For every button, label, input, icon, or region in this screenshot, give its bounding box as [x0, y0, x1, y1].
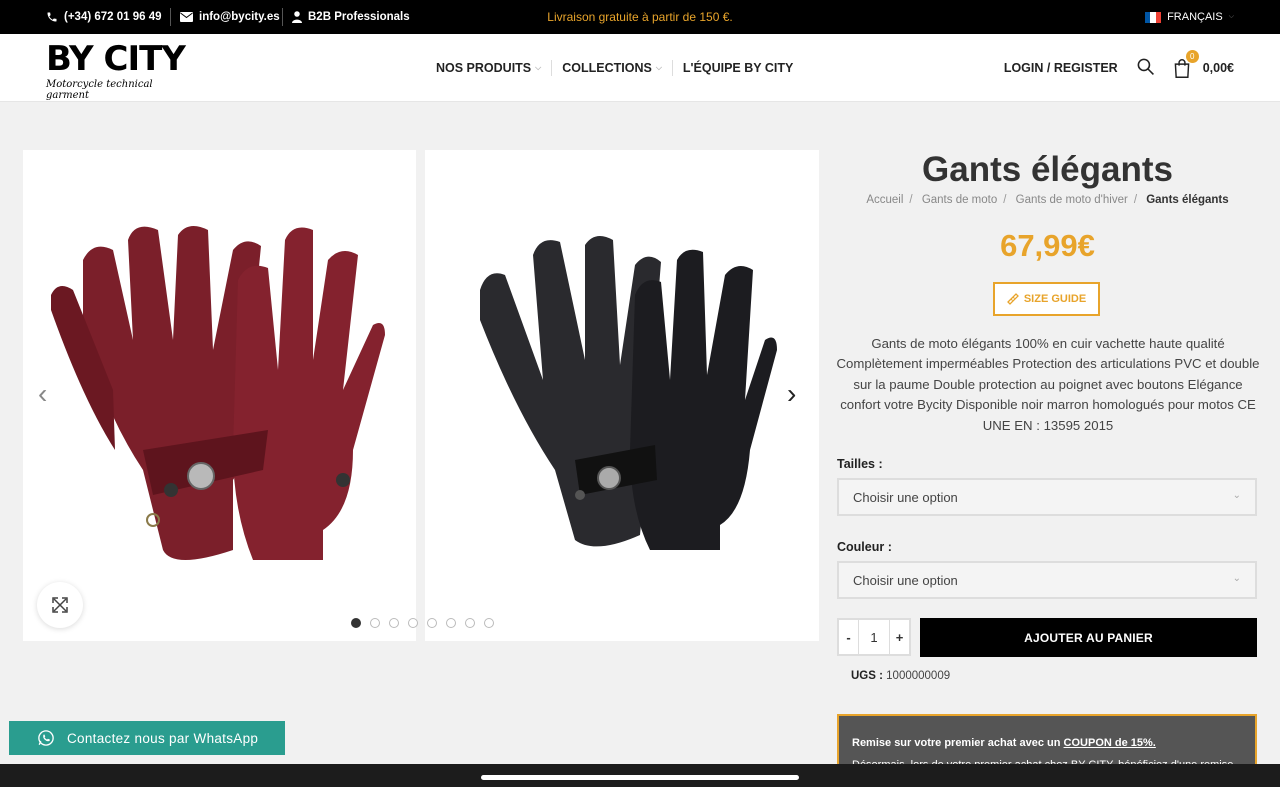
france-flag-icon — [1145, 11, 1162, 23]
gallery-dot[interactable] — [389, 618, 399, 628]
product-title: Gants élégants — [922, 150, 1173, 189]
breadcrumb-gants-de-moto[interactable]: Gants de moto — [922, 194, 997, 206]
size-select-value: Choisir une option — [853, 489, 958, 505]
cart-total: 0,00€ — [1202, 61, 1234, 75]
breadcrumb-current: Gants élégants — [1146, 194, 1229, 206]
breadcrumb-gants-hiver[interactable]: Gants de moto d'hiver — [1016, 194, 1128, 206]
chevron-down-icon: ⌵ — [655, 63, 662, 72]
top-bar: Livraison gratuite à partir de 150 €. (+… — [0, 0, 1280, 34]
product-description: Gants de moto élégants 100% en cuir vach… — [836, 336, 1260, 433]
color-label: Couleur : — [837, 540, 892, 554]
product-price: 67,99€ — [1000, 228, 1095, 263]
gallery-dot[interactable] — [446, 618, 456, 628]
nav-nos-produits[interactable]: NOS PRODUITS ⌵ — [436, 61, 551, 75]
quantity-increase-button[interactable]: + — [889, 620, 909, 654]
sku-label: UGS : — [851, 670, 883, 682]
breadcrumb-home[interactable]: Accueil — [866, 194, 903, 206]
chevron-down-icon: ⌵ — [535, 63, 542, 72]
chevron-down-icon: ⌄ — [1232, 490, 1241, 501]
product-image-black-gloves[interactable] — [425, 150, 819, 641]
nav-equipe[interactable]: L'ÉQUIPE BY CITY — [673, 61, 803, 75]
size-guide-button[interactable]: SIZE GUIDE — [993, 282, 1100, 316]
gallery-dot[interactable] — [484, 618, 494, 628]
b2b-link[interactable]: B2B Professionals — [292, 0, 410, 34]
expand-fullscreen-icon[interactable] — [37, 582, 83, 628]
phone-link[interactable]: (+34) 672 01 96 49 — [46, 0, 162, 34]
email-address: info@bycity.es — [199, 11, 280, 23]
gallery-prev-arrow-icon[interactable]: ‹ — [38, 380, 47, 408]
chevron-down-icon: ⌄ — [1232, 573, 1241, 584]
site-logo[interactable]: BY CITY Motorcycle technical garment — [46, 39, 196, 101]
logo-wordmark: BY CITY — [46, 39, 186, 79]
language-label: FRANÇAIS — [1167, 11, 1223, 23]
phone-number: (+34) 672 01 96 49 — [64, 11, 162, 23]
login-register-link[interactable]: LOGIN / REGISTER — [1004, 61, 1118, 75]
black-gloves-image — [480, 236, 777, 550]
envelope-icon — [180, 12, 193, 22]
ruler-icon — [1006, 293, 1019, 305]
gallery-pagination — [351, 618, 494, 628]
size-guide-label: SIZE GUIDE — [1023, 293, 1087, 305]
sku: UGS : 1000000009 — [851, 670, 950, 682]
quantity-stepper: - 1 + — [837, 618, 911, 656]
gallery-dot[interactable] — [370, 618, 380, 628]
site-header: BY CITY Motorcycle technical garment NOS… — [0, 34, 1280, 102]
chevron-down-icon: ⌵ — [1228, 13, 1234, 20]
sku-value: 1000000009 — [886, 670, 951, 682]
burgundy-gloves-image — [51, 226, 385, 560]
add-to-cart-button[interactable]: AJOUTER AU PANIER — [920, 618, 1257, 657]
size-label: Tailles : — [837, 457, 883, 471]
gallery-dot[interactable] — [427, 618, 437, 628]
color-select[interactable]: Choisir une option ⌄ — [837, 561, 1257, 599]
email-link[interactable]: info@bycity.es — [180, 0, 280, 34]
whatsapp-contact-button[interactable]: Contactez nous par WhatsApp — [9, 721, 285, 755]
gallery-dot[interactable] — [465, 618, 475, 628]
search-icon[interactable] — [1136, 57, 1155, 79]
size-select[interactable]: Choisir une option ⌄ — [837, 478, 1257, 516]
language-selector[interactable]: FRANÇAIS ⌵ — [1145, 0, 1234, 34]
cart-count-badge: 0 — [1185, 49, 1199, 63]
home-indicator[interactable] — [481, 775, 799, 780]
whatsapp-icon — [38, 730, 54, 746]
main-nav: NOS PRODUITS ⌵ COLLECTIONS ⌵ L'ÉQUIPE BY C… — [436, 34, 803, 102]
gallery-dot[interactable] — [408, 618, 418, 628]
cart-button[interactable]: 0 0,00€ — [1173, 49, 1234, 78]
b2b-label: B2B Professionals — [308, 11, 410, 23]
quantity-decrease-button[interactable]: - — [839, 620, 859, 654]
nav-collections[interactable]: COLLECTIONS ⌵ — [552, 61, 672, 75]
quantity-input[interactable]: 1 — [859, 620, 889, 654]
whatsapp-label: Contactez nous par WhatsApp — [67, 730, 259, 746]
product-image-burgundy-gloves[interactable] — [23, 150, 416, 641]
gallery-next-arrow-icon[interactable]: › — [787, 380, 796, 408]
coupon-link[interactable]: COUPON de 15%. — [1064, 737, 1156, 749]
gallery-dot[interactable] — [351, 618, 361, 628]
logo-tagline: Motorcycle technical garment — [46, 79, 153, 101]
color-select-value: Choisir une option — [853, 572, 958, 588]
user-icon — [292, 11, 302, 23]
phone-icon — [47, 12, 57, 22]
breadcrumb: Accueil / Gants de moto / Gants de moto d'… — [866, 194, 1229, 206]
